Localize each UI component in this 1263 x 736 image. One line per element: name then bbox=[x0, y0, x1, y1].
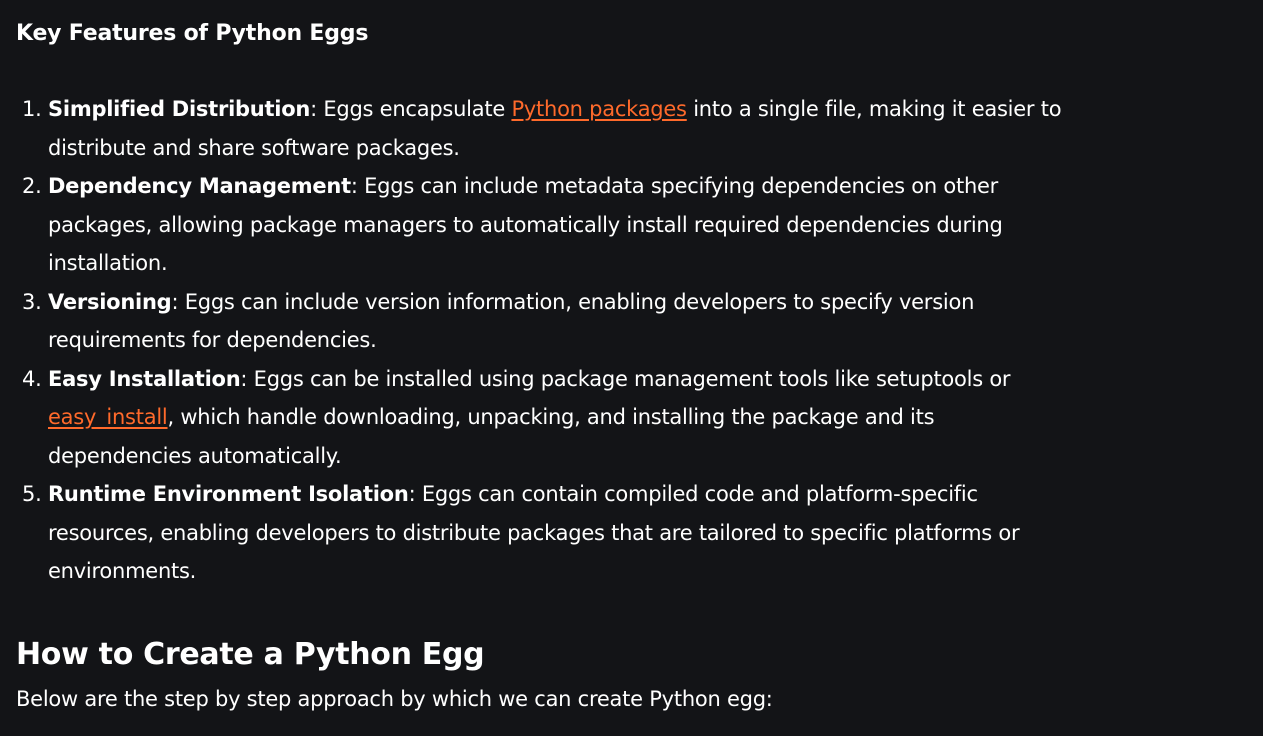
feature-term: Versioning bbox=[48, 289, 172, 314]
feature-text: : Eggs encapsulate bbox=[310, 97, 512, 121]
feature-term: Easy Installation bbox=[48, 366, 241, 391]
list-item: Simplified Distribution: Eggs encapsulat… bbox=[48, 90, 1068, 167]
create-egg-intro: Below are the step by step approach by w… bbox=[16, 686, 773, 711]
feature-term: Simplified Distribution bbox=[48, 97, 311, 121]
feature-text: : Eggs can include version information, … bbox=[48, 289, 975, 353]
feature-text: : Eggs can be installed using package ma… bbox=[240, 366, 1011, 391]
feature-term: Dependency Management bbox=[48, 174, 351, 198]
python-packages-link[interactable]: Python packages bbox=[511, 97, 687, 121]
section-title: Key Features of Python Eggs bbox=[16, 21, 369, 46]
feature-term: Runtime Environment Isolation bbox=[48, 482, 409, 506]
features-list: Simplified Distribution: Eggs encapsulat… bbox=[16, 90, 1068, 591]
list-item: Easy Installation: Eggs can be installed… bbox=[48, 360, 1068, 476]
list-item: Runtime Environment Isolation: Eggs can … bbox=[48, 475, 1068, 591]
article-content: Key Features of Python Eggs Simplified D… bbox=[0, 0, 1263, 736]
easy-install-link[interactable]: easy_install bbox=[48, 405, 168, 429]
create-egg-heading: How to Create a Python Egg bbox=[16, 636, 485, 672]
list-item: Versioning: Eggs can include version inf… bbox=[48, 283, 1068, 360]
feature-text: , which handle downloading, unpacking, a… bbox=[48, 405, 935, 468]
list-item: Dependency Management: Eggs can include … bbox=[48, 167, 1068, 283]
